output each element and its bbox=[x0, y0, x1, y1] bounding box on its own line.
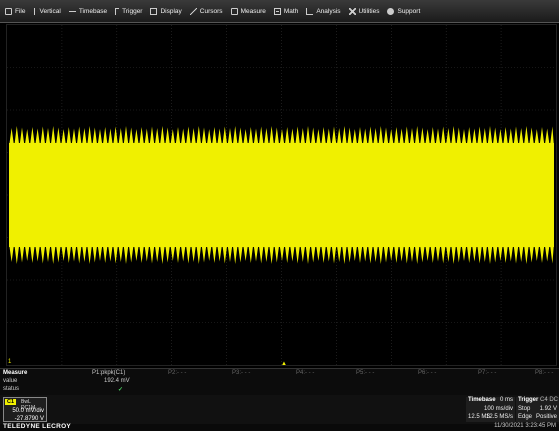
channel-1-descriptor[interactable]: C1 BwL DC1M 50.0 mV/div -27.8790 V bbox=[3, 397, 47, 422]
vertical-arrows-icon bbox=[33, 7, 37, 15]
trigger-state: Stop bbox=[518, 406, 531, 412]
trigger-type: Edge bbox=[518, 414, 533, 420]
support-icon bbox=[387, 7, 395, 15]
waveform-grid: 1 ▲ bbox=[7, 25, 556, 365]
channel-1-vdiv: 50.0 mV/div bbox=[12, 408, 44, 414]
param-p6-label[interactable]: P6:- - - bbox=[418, 370, 436, 376]
param-p4-label[interactable]: P4:- - - bbox=[296, 370, 314, 376]
channel-1-ground-marker[interactable]: 1 bbox=[8, 359, 12, 365]
trigger-source-badge: C4 DC bbox=[539, 397, 558, 403]
timebase-delay: 0 ms bbox=[499, 397, 513, 403]
menu-support[interactable]: Support bbox=[384, 2, 423, 21]
channel-1-offset: -27.8790 V bbox=[14, 416, 44, 422]
analysis-icon bbox=[306, 7, 314, 15]
menu-display[interactable]: Display bbox=[147, 2, 184, 21]
trigger-title: Trigger bbox=[518, 397, 539, 403]
menu-measure[interactable]: Measure bbox=[228, 2, 269, 21]
channel-1-tag: C1 bbox=[5, 399, 17, 405]
trigger-icon bbox=[115, 7, 120, 15]
date-time: 11/30/2021 3:23:45 PM bbox=[494, 423, 556, 429]
measurement-table: Measure P1:pkpk(C1) P2:- - - P3:- - - P4… bbox=[0, 368, 559, 395]
waveform-display[interactable]: 1 ▲ bbox=[6, 24, 557, 366]
timebase-tdiv: 100 ms/div bbox=[483, 406, 513, 412]
menu-analysis[interactable]: Analysis bbox=[303, 2, 343, 21]
param-p7-label[interactable]: P7:- - - bbox=[478, 370, 496, 376]
measure-title: Measure bbox=[3, 370, 28, 376]
timebase-descriptor[interactable]: Timebase 0 ms 100 ms/div 12.5 MS 12.5 MS… bbox=[466, 397, 515, 422]
timebase-title: Timebase bbox=[468, 397, 496, 403]
signal-trace-top bbox=[9, 126, 554, 147]
menu-file[interactable]: File bbox=[2, 2, 28, 21]
brand-logo: TELEDYNE LECROY bbox=[3, 423, 72, 430]
signal-trace-bottom bbox=[9, 243, 554, 264]
trigger-slope: Positive bbox=[535, 414, 557, 420]
trigger-descriptor[interactable]: Trigger C4 DC 1.92 V Stop Edge Positive bbox=[516, 397, 559, 422]
bottom-descriptor-panel: C1 BwL DC1M 50.0 mV/div -27.8790 V Timeb… bbox=[0, 395, 559, 424]
status-check-icon: ✓ bbox=[118, 387, 124, 393]
measure-icon bbox=[230, 7, 238, 15]
row-label-status: status bbox=[3, 386, 20, 392]
trigger-position-marker[interactable]: ▲ bbox=[281, 361, 287, 365]
menu-cursors[interactable]: Cursors bbox=[187, 2, 226, 21]
status-bar: TELEDYNE LECROY 11/30/2021 3:23:45 PM bbox=[0, 423, 559, 431]
math-icon bbox=[273, 7, 281, 15]
param-p8-label[interactable]: P8:- - - bbox=[535, 370, 553, 376]
row-label-value: value bbox=[3, 378, 18, 384]
param-p1-label[interactable]: P1:pkpk(C1) bbox=[92, 370, 125, 376]
cursors-icon bbox=[189, 7, 197, 15]
file-icon bbox=[5, 7, 12, 15]
signal-envelope-core bbox=[9, 143, 554, 247]
menu-vertical[interactable]: Vertical bbox=[30, 2, 63, 21]
measure-value-row: value 192.4 mV bbox=[0, 378, 559, 386]
param-p2-label[interactable]: P2:- - - bbox=[168, 370, 186, 376]
param-p5-label[interactable]: P5:- - - bbox=[356, 370, 374, 376]
utilities-icon bbox=[348, 7, 356, 15]
trigger-level: 1.92 V bbox=[539, 406, 557, 412]
display-icon bbox=[150, 7, 158, 15]
measure-status-row: status ✓ bbox=[0, 386, 559, 394]
menu-timebase[interactable]: Timebase bbox=[66, 2, 110, 21]
timebase-rate: 12.5 MS/s bbox=[485, 414, 513, 420]
param-p3-label[interactable]: P3:- - - bbox=[232, 370, 250, 376]
menu-trigger[interactable]: Trigger bbox=[112, 2, 145, 21]
menu-math[interactable]: Math bbox=[271, 2, 301, 21]
menu-utilities[interactable]: Utilities bbox=[346, 2, 383, 21]
measure-header-row: Measure P1:pkpk(C1) P2:- - - P3:- - - P4… bbox=[0, 370, 559, 378]
menu-bar: File Vertical Timebase Trigger Display C… bbox=[0, 0, 559, 23]
param-p1-value: 192.4 mV bbox=[104, 378, 130, 384]
horizontal-arrows-icon bbox=[68, 7, 76, 15]
